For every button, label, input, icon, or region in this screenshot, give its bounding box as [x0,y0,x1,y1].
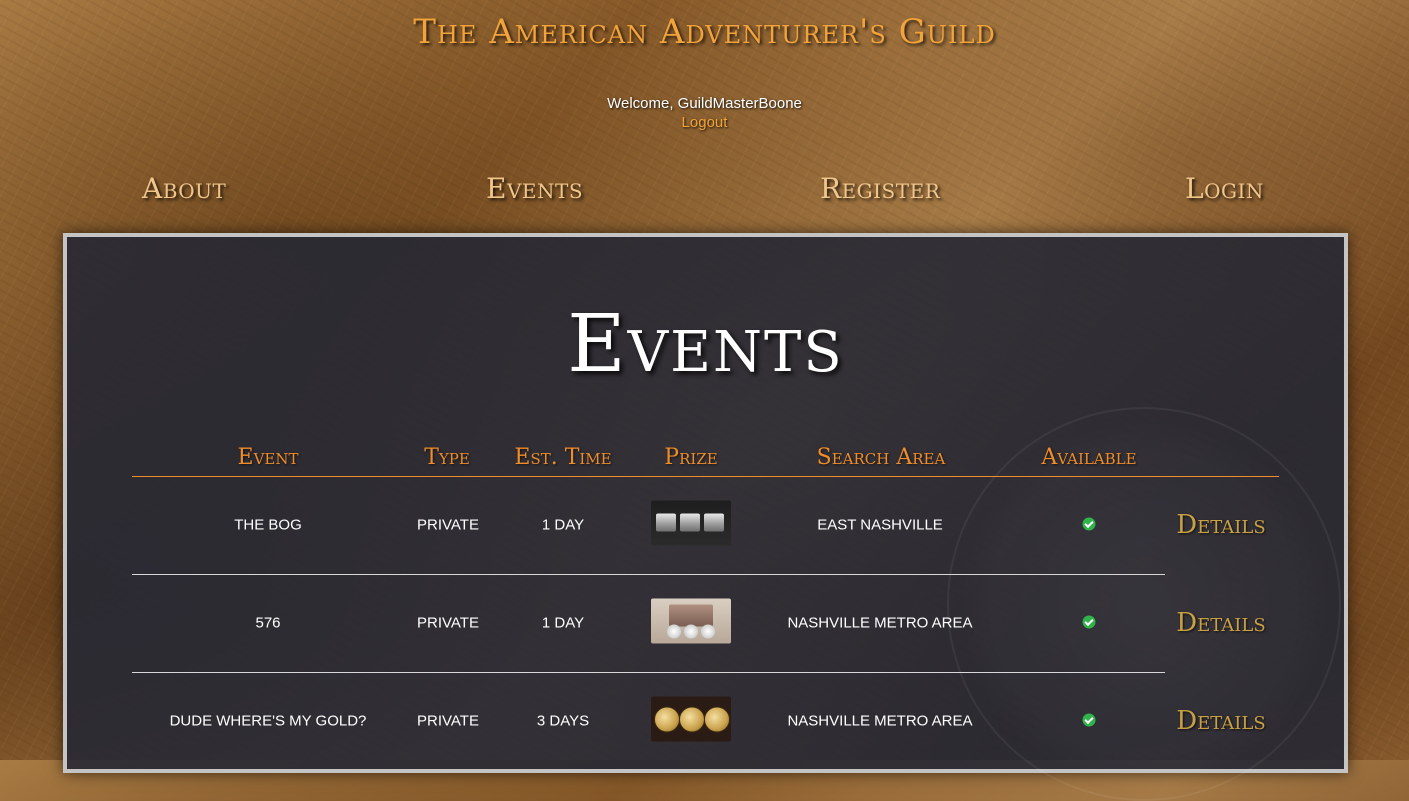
site-title: The American Adventurer's Guild [413,12,996,52]
nav-about[interactable]: About [142,172,226,205]
column-header-search-area: Search Area [816,445,946,470]
nav-login[interactable]: Login [1185,172,1264,205]
prize-image [651,500,731,546]
compass-watermark [947,407,1341,801]
event-est-time: 3 days [536,712,590,730]
row-divider [132,672,1165,673]
column-header-event: Event [237,445,299,470]
logout-link[interactable]: Logout [0,114,1409,131]
event-type: Private [417,712,479,730]
column-header-type: Type [424,445,470,470]
details-link[interactable]: Details [1176,706,1265,736]
row-divider [132,574,1165,575]
details-link[interactable]: Details [1176,608,1265,638]
details-link[interactable]: Details [1176,510,1265,540]
event-est-time: 1 day [541,614,585,632]
check-circle-icon [1082,517,1096,531]
welcome-message: Welcome, GuildMasterBoone [607,95,802,112]
event-search-area: Nashville Metro Area [787,712,973,730]
event-search-area: Nashville Metro Area [787,614,973,632]
event-type: Private [417,516,479,534]
check-circle-icon [1082,713,1096,727]
column-header-est-time: Est. Time [514,445,612,470]
header-divider [132,476,1279,477]
event-est-time: 1 day [541,516,585,534]
column-header-prize: Prize [664,445,718,470]
nav-register[interactable]: Register [820,172,940,205]
check-circle-icon [1082,615,1096,629]
event-search-area: East Nashville [817,516,943,534]
events-panel: Events Event Type Est. Time Prize Search… [63,233,1348,801]
prize-image [651,598,731,644]
event-name: The Bog [234,516,302,534]
page-heading: Events [567,297,844,390]
nav-events[interactable]: Events [486,172,583,205]
prize-image [651,696,731,742]
event-type: Private [417,614,479,632]
event-name: Dude where's my gold? [169,712,367,730]
event-name: 576 [255,614,281,632]
column-header-available: Available [1041,445,1137,470]
